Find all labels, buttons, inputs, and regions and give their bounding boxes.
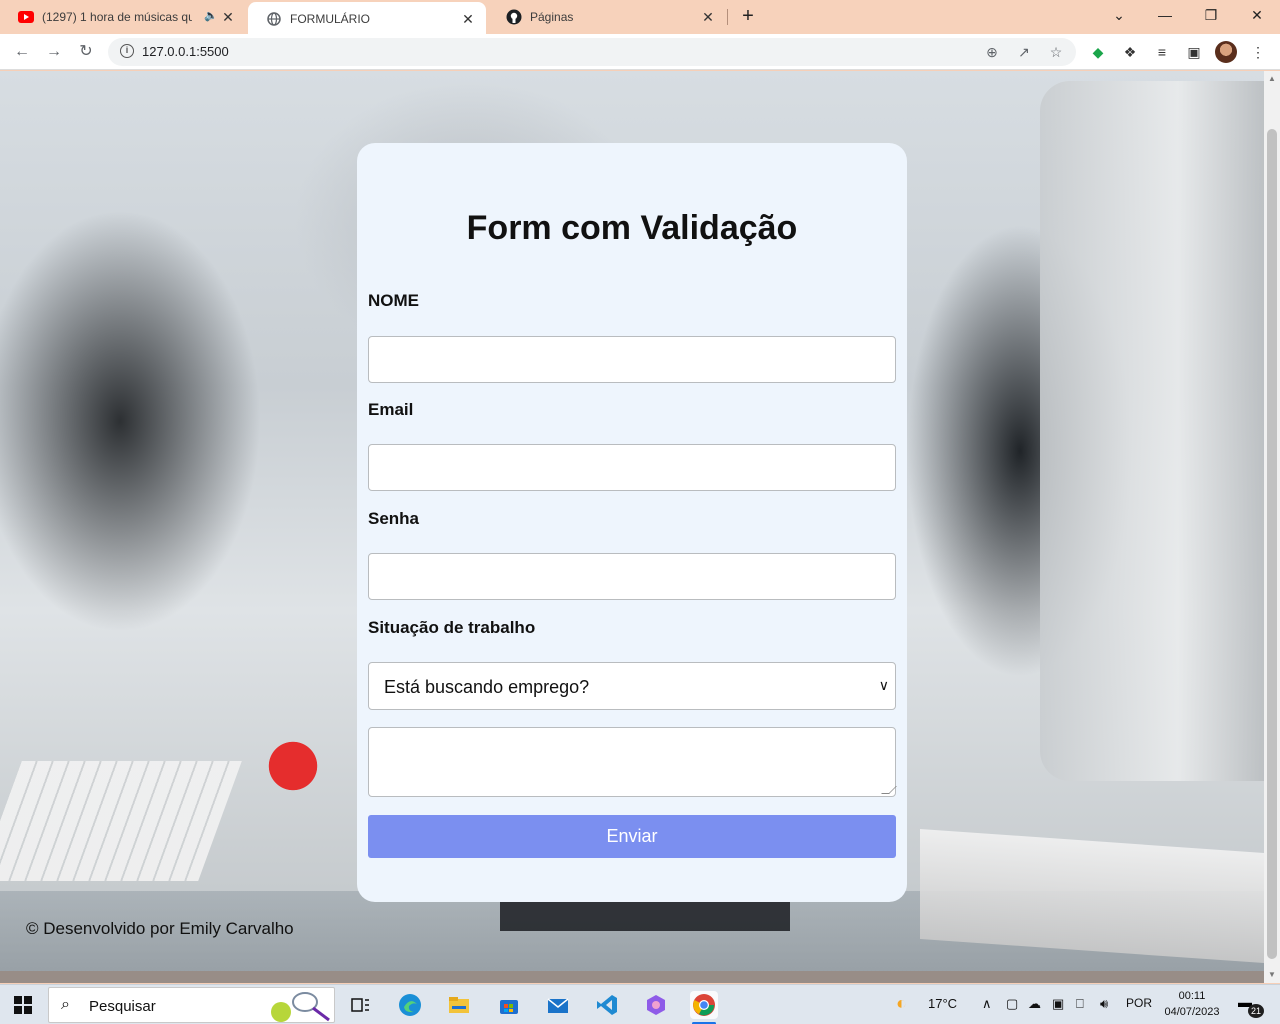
close-tab-icon[interactable]: ✕ xyxy=(700,9,716,25)
cloud-icon[interactable]: ☁ xyxy=(1028,996,1041,1012)
close-tab-icon[interactable]: ✕ xyxy=(220,9,236,25)
background-image xyxy=(1040,81,1264,781)
chrome-icon[interactable] xyxy=(690,991,718,1019)
minimize-icon[interactable]: — xyxy=(1142,0,1188,30)
senha-label: Senha xyxy=(368,509,420,528)
select-value: Está buscando emprego? xyxy=(384,677,590,697)
language-indicator[interactable]: POR xyxy=(1126,996,1152,1010)
bookmark-star-icon[interactable]: ☆ xyxy=(1046,42,1066,62)
page-viewport: Form com Validação NOME Email Senha Situ… xyxy=(0,71,1264,971)
background-keyboard xyxy=(0,761,242,881)
page-bottom-edge xyxy=(0,971,1264,983)
tab-title: Páginas xyxy=(530,10,574,24)
chevron-down-icon: ∨ xyxy=(878,677,889,693)
share-icon[interactable]: ↗ xyxy=(1014,42,1034,62)
speaker-icon[interactable]: 🔈 xyxy=(204,9,218,22)
restore-icon[interactable]: ❐ xyxy=(1188,0,1234,30)
scroll-up-icon[interactable]: ▲ xyxy=(1264,71,1280,87)
reload-icon[interactable]: ↻ xyxy=(74,40,98,64)
scrollbar-thumb[interactable] xyxy=(1267,129,1277,959)
forward-icon[interactable]: → xyxy=(42,40,66,64)
url-text[interactable]: 127.0.0.1:5500 xyxy=(142,44,229,59)
vscode-icon[interactable] xyxy=(593,991,621,1019)
chevron-up-icon[interactable]: ∧ xyxy=(982,996,992,1012)
windows-start-icon[interactable] xyxy=(14,996,32,1014)
tab-youtube[interactable]: (1297) 1 hora de músicas qu 🔈 ✕ xyxy=(0,0,246,34)
tab-title: FORMULÁRIO xyxy=(290,12,371,26)
message-textarea[interactable] xyxy=(368,727,897,797)
background-book xyxy=(500,901,790,931)
tab-separator xyxy=(727,9,728,25)
search-icon: ⌕ xyxy=(61,996,70,1013)
weather-temperature[interactable]: 17°C xyxy=(928,996,957,1011)
form-card: Form com Validação NOME Email Senha Situ… xyxy=(357,143,907,902)
situacao-select[interactable]: Está buscando emprego? ∨ xyxy=(368,662,896,710)
footer-credit: © Desenvolvido por Emily Carvalho xyxy=(26,919,294,938)
github-icon xyxy=(506,9,522,25)
new-tab-button[interactable]: + xyxy=(736,4,760,28)
tab-title: (1297) 1 hora de músicas qu xyxy=(42,10,192,24)
side-panel-icon[interactable]: ▣ xyxy=(1184,42,1204,62)
submit-button[interactable]: Enviar xyxy=(368,815,896,858)
tab-strip: (1297) 1 hora de músicas qu 🔈 ✕ FORMULÁR… xyxy=(0,0,1280,36)
back-icon[interactable]: ← xyxy=(10,40,34,64)
notification-center-icon[interactable]: ▬ 21 xyxy=(1238,994,1264,1018)
youtube-icon xyxy=(18,9,34,25)
senha-input[interactable] xyxy=(368,553,896,600)
tab-search-icon[interactable]: ⌄ xyxy=(1096,0,1142,30)
display-icon[interactable]: ▣ xyxy=(1052,996,1064,1012)
clock-time: 00:11 xyxy=(1178,990,1206,1002)
page-scrollbar[interactable]: ▲ ▼ xyxy=(1264,71,1280,983)
network-icon[interactable]: ⎕ xyxy=(1076,996,1084,1012)
file-explorer-icon[interactable] xyxy=(445,991,473,1019)
page-title: Form com Validação xyxy=(466,209,798,247)
notification-badge: 21 xyxy=(1248,1004,1264,1018)
meet-now-icon[interactable]: ▢ xyxy=(1006,996,1018,1012)
situacao-label: Situação de trabalho xyxy=(368,618,536,637)
email-label: Email xyxy=(368,400,414,419)
weather-icon[interactable]: ◐ xyxy=(896,993,907,1014)
task-view-icon[interactable] xyxy=(346,991,374,1019)
store-icon[interactable] xyxy=(495,991,523,1019)
close-tab-icon[interactable]: ✕ xyxy=(460,11,476,27)
taskbar-clock[interactable]: 00:11 04/07/2023 xyxy=(1160,988,1224,1020)
email-input[interactable] xyxy=(368,444,896,491)
edge-icon[interactable] xyxy=(396,991,424,1019)
nome-label: NOME xyxy=(368,291,419,310)
shield-extension-icon[interactable]: ◆ xyxy=(1088,42,1108,62)
taskbar-search[interactable]: ⌕ Pesquisar xyxy=(48,987,335,1023)
clock-date: 04/07/2023 xyxy=(1164,1006,1220,1018)
volume-icon[interactable]: 🔊︎ xyxy=(1100,996,1108,1012)
browser-toolbar: ← → ↻ i 127.0.0.1:5500 ⊕ ↗ ☆ ◆ ❖ ≡ ▣ ⋮ xyxy=(0,34,1280,70)
media-control-icon[interactable]: ≡ xyxy=(1152,42,1172,62)
menu-icon[interactable]: ⋮ xyxy=(1248,42,1268,62)
mail-icon[interactable] xyxy=(544,991,572,1019)
scroll-down-icon[interactable]: ▼ xyxy=(1264,967,1280,983)
search-placeholder: Pesquisar xyxy=(89,998,156,1015)
copilot-icon[interactable] xyxy=(642,991,670,1019)
tab-formulario[interactable]: FORMULÁRIO ✕ xyxy=(248,2,486,36)
site-info-icon[interactable]: i xyxy=(120,44,134,58)
extensions-icon[interactable]: ❖ xyxy=(1120,42,1140,62)
close-window-icon[interactable]: ✕ xyxy=(1234,0,1280,30)
tab-github[interactable]: Páginas ✕ xyxy=(488,0,726,34)
address-bar[interactable]: i 127.0.0.1:5500 ⊕ ↗ ☆ xyxy=(108,38,1076,66)
search-highlight-illustration xyxy=(271,992,330,1022)
nome-input[interactable] xyxy=(368,336,896,383)
resize-handle-icon[interactable] xyxy=(881,786,897,794)
zoom-icon[interactable]: ⊕ xyxy=(982,42,1002,62)
globe-icon xyxy=(266,11,282,27)
windows-taskbar: ⌕ Pesquisar ◐ 17°C ∧ ▢ ☁ ▣ ⎕ 🔊︎ POR 00:1… xyxy=(0,984,1280,1024)
profile-avatar[interactable] xyxy=(1215,41,1237,63)
